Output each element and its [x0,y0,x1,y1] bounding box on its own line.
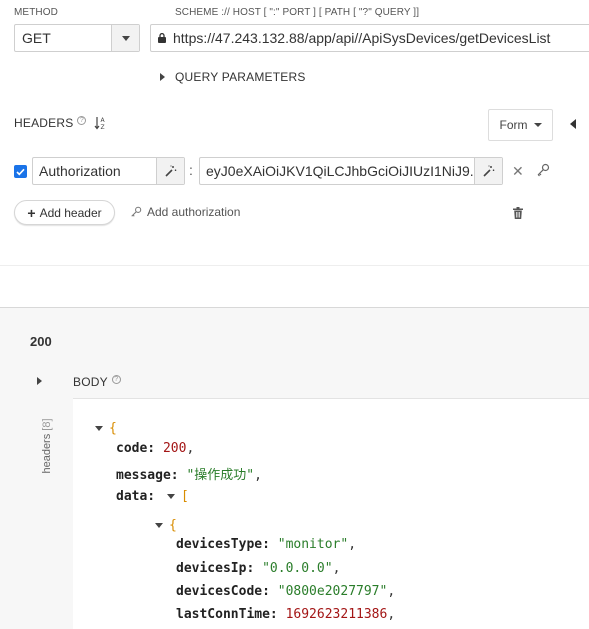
add-authorization-label: Add authorization [147,205,241,219]
svg-text:A: A [101,117,106,124]
json-key: devicesIp: [176,561,255,576]
header-separator: : [189,162,193,178]
header-key-value: Authorization [39,163,121,179]
url-label: SCHEME :// HOST [ ":" PORT ] [ PATH [ "?… [175,7,420,18]
method-dropdown-button[interactable] [111,25,139,51]
json-row-code: code: 200, [116,441,195,456]
response-headers-tab[interactable]: headers [8] [41,416,53,476]
json-number: 1692623211386 [285,607,388,622]
help-circle-icon[interactable]: ? [77,115,87,125]
json-object-open[interactable]: { [155,518,177,533]
json-row-message: message: "操作成功", [116,468,262,483]
header-key-field[interactable]: Authorization [32,157,185,185]
method-value: GET [22,30,51,46]
chevron-right-icon [160,73,165,81]
headers-section-title: HEADERS ? AZ [14,115,106,130]
chevron-down-icon [121,35,130,41]
body-title-text: BODY [73,375,108,389]
method-select[interactable]: GET [14,24,140,52]
json-key: devicesType: [176,537,270,552]
json-row-last-conn-time: lastConnTime: 1692623211386, [176,607,396,622]
response-headers-count: [8] [41,418,53,431]
query-parameters-label: QUERY PARAMETERS [175,70,306,84]
header-enabled-checkbox[interactable] [14,165,27,178]
json-row-devices-type: devicesType: "monitor", [176,537,357,552]
json-key: message: [116,468,179,483]
plus-icon: + [27,204,36,221]
json-key: devicesCode: [176,584,270,599]
chevron-down-icon [533,123,542,127]
close-icon[interactable]: ✕ [512,163,524,180]
collapse-panel-icon[interactable] [570,119,576,129]
json-string: "0.0.0.0" [262,561,333,576]
json-brace: { [109,421,117,436]
json-row-devices-code: devicesCode: "0800e2027797", [176,584,396,599]
expand-headers-icon[interactable] [37,377,42,385]
query-parameters-toggle[interactable]: QUERY PARAMETERS [160,70,306,84]
json-row-data: data: [ [116,489,189,504]
headers-title: HEADERS [14,116,74,130]
lock-icon [151,33,173,43]
json-root-open[interactable]: { [95,421,117,436]
json-string: "操作成功" [186,468,255,483]
json-key: code: [116,441,156,456]
url-input[interactable]: https://47.243.132.88/app/api//ApiSysDev… [150,24,589,52]
response-status-code: 200 [30,334,52,349]
header-value-field[interactable]: eyJ0eXAiOiJKV1QiLCJhbGciOiJIUzI1NiJ9.eyJ [199,157,503,185]
add-authorization-button[interactable]: Add authorization [130,205,240,219]
magic-wand-icon[interactable] [156,158,184,184]
key-icon [131,206,142,217]
json-key: lastConnTime: [176,607,278,622]
json-brace: { [169,518,177,533]
sort-alpha-icon[interactable]: AZ [94,116,106,130]
headers-mode-dropdown[interactable]: Form [488,109,553,141]
collapse-toggle-icon[interactable] [166,494,175,499]
add-header-button[interactable]: + Add header [14,200,115,225]
headers-mode-label: Form [499,118,528,132]
response-headers-tab-label: headers [41,433,53,474]
json-bracket: [ [180,489,189,504]
magic-wand-icon[interactable] [474,158,502,184]
json-row-devices-ip: devicesIp: "0.0.0.0", [176,561,341,576]
json-number: 200 [162,441,187,456]
json-string: "0800e2027797" [277,584,388,599]
url-value: https://47.243.132.88/app/api//ApiSysDev… [173,30,551,46]
key-icon[interactable] [536,163,550,182]
method-label: METHOD [14,7,58,18]
trash-icon[interactable] [513,206,523,224]
divider [0,265,589,266]
collapse-toggle-icon[interactable] [155,523,163,528]
add-header-label: Add header [39,205,102,220]
svg-text:Z: Z [101,124,105,130]
collapse-toggle-icon[interactable] [95,426,103,431]
header-value-text: eyJ0eXAiOiJKV1QiLCJhbGciOiJIUzI1NiJ9.eyJ [206,163,474,179]
json-string: "monitor" [277,537,349,552]
json-key: data: [116,489,156,504]
response-body-title: BODY ? [73,374,121,389]
help-circle-icon[interactable]: ? [111,374,121,384]
